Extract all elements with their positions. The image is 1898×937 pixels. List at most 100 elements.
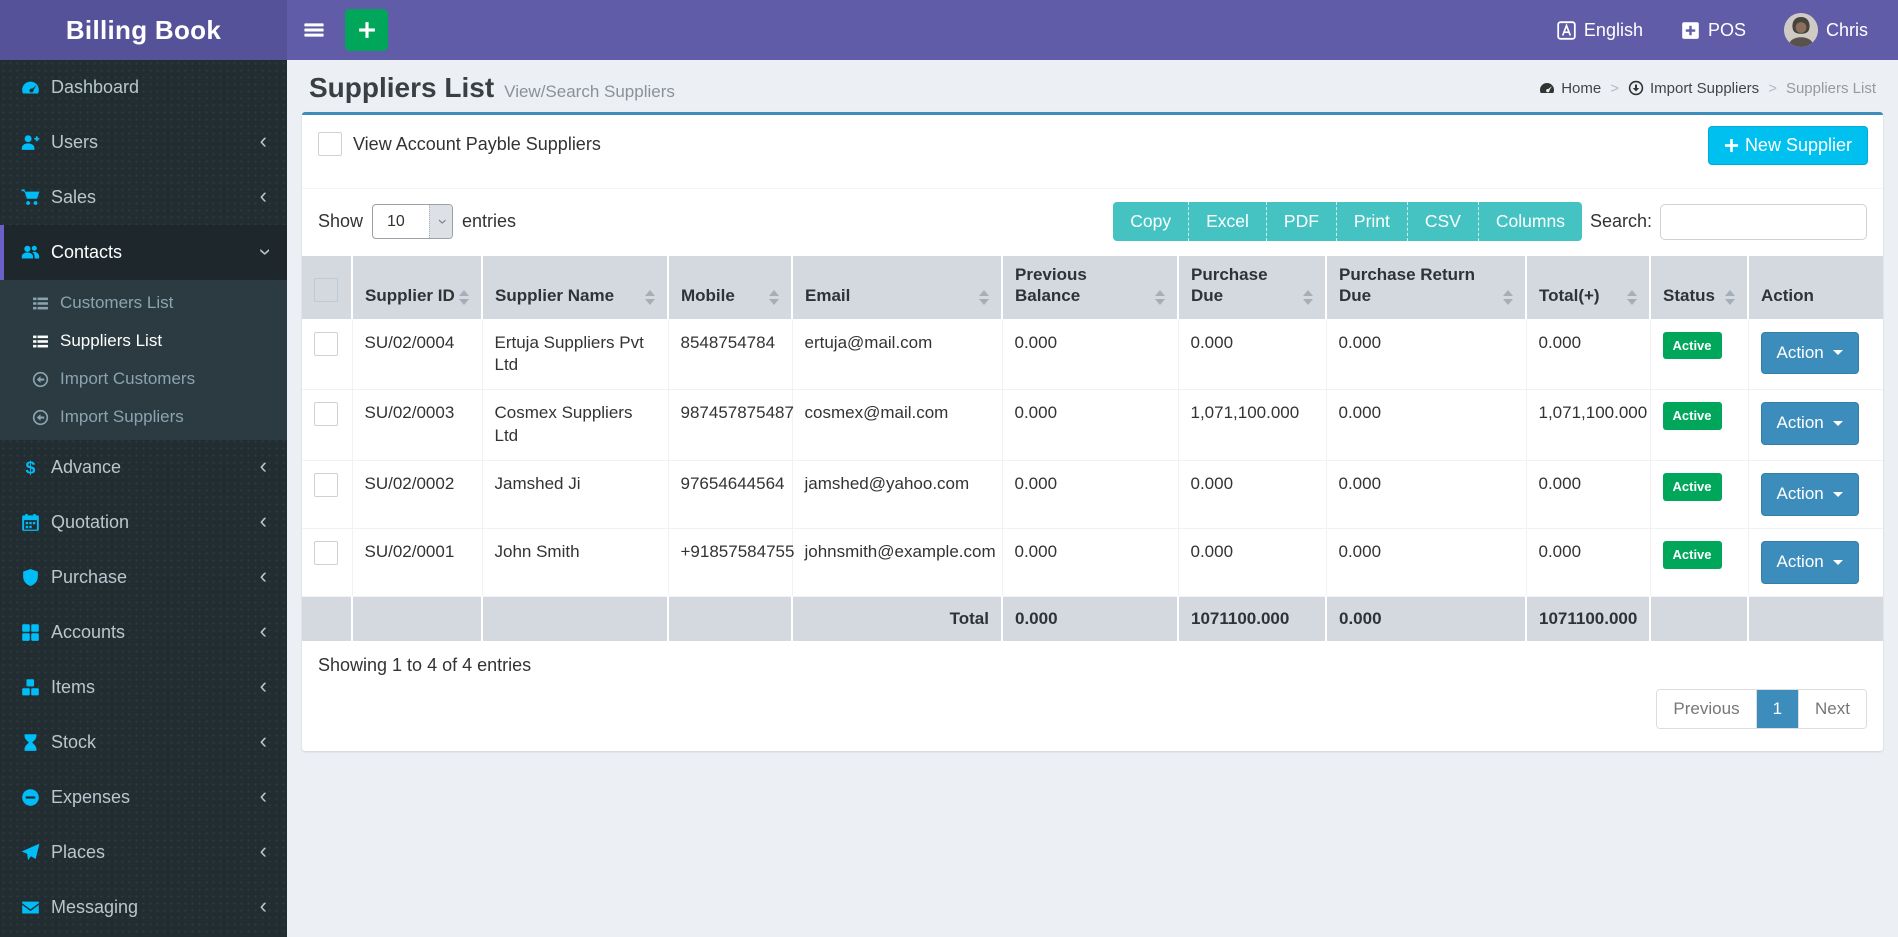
quick-add-button[interactable] xyxy=(345,9,388,51)
sidebar-subitem-suppliers-list[interactable]: Suppliers List xyxy=(0,322,287,360)
column-header-supplier-id[interactable]: Supplier ID xyxy=(352,256,483,320)
column-header-supplier-name[interactable]: Supplier Name xyxy=(482,256,669,320)
app-logo[interactable]: Billing Book xyxy=(0,0,287,60)
sidebar: Dashboard Users ‹ Sales ‹ Contacts ‹ Customers … xyxy=(0,60,287,937)
table-info: Showing 1 to 4 of 4 entries xyxy=(318,655,532,676)
sidebar-item-places[interactable]: Places ‹ xyxy=(0,825,287,880)
search-input[interactable] xyxy=(1660,203,1867,240)
total-total: 1071100.000 xyxy=(1526,596,1651,642)
view-account-payable-filter[interactable]: View Account Payble Suppliers xyxy=(318,132,601,156)
new-supplier-button[interactable]: New Supplier xyxy=(1707,126,1868,165)
sidebar-item-label: Stock xyxy=(51,732,97,752)
cell-previous-balance: 0.000 xyxy=(1001,528,1179,598)
chevron-left-icon: ‹ xyxy=(259,837,267,863)
column-header-previous-balance[interactable]: Previous Balance xyxy=(1002,256,1179,320)
action-dropdown-button[interactable]: Action xyxy=(1760,402,1859,446)
column-header-mobile[interactable]: Mobile xyxy=(668,256,793,320)
cell-total: 0.000 xyxy=(1525,318,1651,391)
sort-icon[interactable] xyxy=(1725,289,1735,307)
sidebar-item-stock[interactable]: Stock ‹ xyxy=(0,715,287,770)
pdf-export-button[interactable]: PDF xyxy=(1266,202,1337,241)
column-header-email[interactable]: Email xyxy=(792,256,1003,320)
cell-email: ertuja@mail.com xyxy=(791,318,1003,391)
row-checkbox[interactable] xyxy=(314,541,338,566)
row-checkbox[interactable] xyxy=(314,331,338,356)
cell-total: 0.000 xyxy=(1525,460,1651,530)
action-dropdown-button[interactable]: Action xyxy=(1760,473,1859,517)
sort-icon[interactable] xyxy=(1627,289,1637,307)
row-checkbox[interactable] xyxy=(314,473,338,498)
show-label: Show xyxy=(318,211,364,231)
sidebar-item-advance[interactable]: $ Advance ‹ xyxy=(0,440,287,495)
cell-mobile: +91857584755 xyxy=(667,528,794,598)
sidebar-item-quotation[interactable]: Quotation ‹ xyxy=(0,495,287,550)
sidebar-item-accounts[interactable]: Accounts ‹ xyxy=(0,605,287,660)
sort-icon[interactable] xyxy=(1155,289,1165,307)
print-export-button[interactable]: Print xyxy=(1336,202,1408,241)
sidebar-item-messaging[interactable]: Messaging ‹ xyxy=(0,880,287,935)
pagination-previous[interactable]: Previous xyxy=(1657,690,1757,729)
sidebar-item-expenses[interactable]: Expenses ‹ xyxy=(0,770,287,825)
total-purchase-due: 1071100.000 xyxy=(1178,596,1327,642)
table-header-row: Supplier ID Supplier Name Mobile Email Previ… xyxy=(302,256,1883,320)
pos-button[interactable]: POS xyxy=(1681,20,1746,41)
export-button-group: Copy Excel PDF Print CSV Columns xyxy=(1113,202,1582,241)
select-all-checkbox[interactable] xyxy=(314,277,338,302)
view-account-payable-checkbox[interactable] xyxy=(318,132,342,156)
cell-id: SU/02/0002 xyxy=(351,460,483,530)
sort-icon[interactable] xyxy=(979,289,989,307)
cell-name: Ertuja Suppliers Pvt Ltd xyxy=(481,318,669,391)
list-icon xyxy=(32,333,60,350)
cell-status: Active xyxy=(1649,460,1749,530)
cell-action: Action xyxy=(1747,389,1883,462)
excel-export-button[interactable]: Excel xyxy=(1189,202,1267,241)
copy-export-button[interactable]: Copy xyxy=(1113,202,1190,241)
sort-icon[interactable] xyxy=(769,289,779,307)
action-dropdown-button[interactable]: Action xyxy=(1760,331,1859,375)
page-title: Suppliers List xyxy=(309,72,495,103)
sidebar-subitem-label: Import Suppliers xyxy=(60,407,184,426)
row-select-cell xyxy=(302,528,353,598)
column-header-purchase-return-due[interactable]: Purchase Return Due xyxy=(1326,256,1527,320)
cell-id: SU/02/0001 xyxy=(351,528,483,598)
sidebar-item-sales[interactable]: Sales ‹ xyxy=(0,170,287,225)
plus-icon xyxy=(358,21,376,39)
breadcrumb-item-import-suppliers[interactable]: Import Suppliers xyxy=(1628,80,1759,97)
column-header-status[interactable]: Status xyxy=(1650,256,1749,320)
sidebar-item-purchase[interactable]: Purchase ‹ xyxy=(0,550,287,605)
sidebar-subitem-import-suppliers[interactable]: Import Suppliers xyxy=(0,398,287,436)
sort-icon[interactable] xyxy=(1503,289,1513,307)
minus-circle-icon xyxy=(21,788,51,807)
user-menu[interactable]: Chris xyxy=(1783,13,1868,47)
sidebar-item-contacts[interactable]: Contacts ‹ xyxy=(0,225,287,280)
breadcrumb: Home > Import Suppliers > Suppliers List xyxy=(1539,80,1876,97)
column-header-purchase-due[interactable]: Purchase Due xyxy=(1178,256,1327,320)
chevron-left-icon: ‹ xyxy=(259,892,267,918)
columns-export-button[interactable]: Columns xyxy=(1478,202,1582,241)
pagination-next[interactable]: Next xyxy=(1799,690,1866,729)
sidebar-subitem-customers-list[interactable]: Customers List xyxy=(0,284,287,322)
pagination-page-1[interactable]: 1 xyxy=(1756,690,1800,729)
column-header-label: Total(+) xyxy=(1539,286,1600,306)
cell-mobile: 987457875487 xyxy=(667,389,794,462)
sidebar-toggle-button[interactable] xyxy=(287,0,341,60)
sidebar-item-items[interactable]: Items ‹ xyxy=(0,660,287,715)
column-header-label: Supplier ID xyxy=(365,286,455,306)
csv-export-button[interactable]: CSV xyxy=(1407,202,1479,241)
sort-icon[interactable] xyxy=(1303,289,1313,307)
sidebar-subitem-import-customers[interactable]: Import Customers xyxy=(0,360,287,398)
sidebar-item-users[interactable]: Users ‹ xyxy=(0,115,287,170)
page-length-select[interactable]: 10 ‹ xyxy=(372,204,454,239)
sidebar-item-label: Contacts xyxy=(51,242,123,262)
sort-icon[interactable] xyxy=(459,289,469,307)
language-menu[interactable]: English xyxy=(1557,20,1643,41)
sort-icon[interactable] xyxy=(645,289,655,307)
column-header-total[interactable]: Total(+) xyxy=(1526,256,1651,320)
breadcrumb-item-home[interactable]: Home xyxy=(1539,80,1601,97)
column-header-label: Status xyxy=(1663,286,1715,306)
cell-total: 0.000 xyxy=(1525,528,1651,598)
action-dropdown-button[interactable]: Action xyxy=(1760,541,1859,585)
row-checkbox[interactable] xyxy=(314,402,338,427)
table-row: SU/02/0001 John Smith +91857584755 johnsmit… xyxy=(302,528,1883,598)
sidebar-item-dashboard[interactable]: Dashboard xyxy=(0,60,287,115)
